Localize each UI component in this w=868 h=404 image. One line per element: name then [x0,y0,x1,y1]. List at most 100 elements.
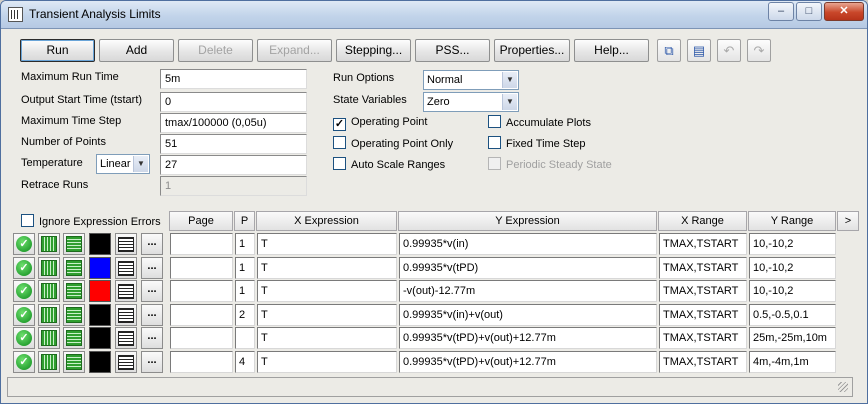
grid-style-button[interactable] [63,304,85,326]
expand-button[interactable]: Expand... [257,39,332,62]
grid-style-button[interactable] [63,233,85,255]
header-x-expression[interactable]: X Expression [256,211,397,231]
y-range-cell[interactable]: 25m,-25m,10m [749,327,836,349]
plot-number-cell[interactable]: 4 [235,351,255,373]
header-x-range[interactable]: X Range [658,211,747,231]
curve-enabled-button[interactable]: ✓ [13,304,35,326]
curve-enabled-button[interactable]: ✓ [13,233,35,255]
max-time-step-field[interactable]: tmax/100000 (0,05u) [160,113,307,133]
plot-number-cell[interactable]: 1 [235,280,255,302]
page-cell[interactable] [170,351,233,373]
add-button[interactable]: Add [99,39,174,62]
plot-style-button[interactable] [38,351,60,373]
temperature-mode-select[interactable]: Linear ▼ [96,154,150,174]
pss-button[interactable]: PSS... [415,39,490,62]
undo-icon[interactable]: ↶ [717,39,741,62]
y-expression-cell[interactable]: 0.99935*v(in)+v(out) [399,304,657,326]
x-expression-cell[interactable]: T [257,233,397,255]
x-range-cell[interactable]: TMAX,TSTART [659,257,747,279]
paste-icon[interactable]: ▤ [687,39,711,62]
maximize-button[interactable]: □ [796,2,822,21]
table-format-button[interactable] [115,233,137,255]
close-button[interactable]: ✕ [824,2,864,21]
curve-color-swatch[interactable] [89,327,111,349]
more-options-button[interactable]: ... [141,304,163,326]
table-format-button[interactable] [115,351,137,373]
resize-grip[interactable] [838,382,848,392]
plot-style-button[interactable] [38,257,60,279]
curve-enabled-button[interactable]: ✓ [13,351,35,373]
grid-style-button[interactable] [63,280,85,302]
page-cell[interactable] [170,304,233,326]
more-options-button[interactable]: ... [141,257,163,279]
x-range-cell[interactable]: TMAX,TSTART [659,351,747,373]
y-range-cell[interactable]: 10,-10,2 [749,280,836,302]
table-format-button[interactable] [115,327,137,349]
curve-color-swatch[interactable] [89,280,111,302]
y-range-cell[interactable]: 10,-10,2 [749,233,836,255]
header-y-range[interactable]: Y Range [748,211,836,231]
x-expression-cell[interactable]: T [257,327,397,349]
grid-style-button[interactable] [63,351,85,373]
copy-icon[interactable]: ⧉ [657,39,681,62]
run-options-select[interactable]: Normal ▼ [423,70,519,90]
plot-number-cell[interactable] [235,327,255,349]
curve-color-swatch[interactable] [89,257,111,279]
x-range-cell[interactable]: TMAX,TSTART [659,280,747,302]
y-range-cell[interactable]: 10,-10,2 [749,257,836,279]
temperature-field[interactable]: 27 [160,155,307,175]
grid-style-button[interactable] [63,257,85,279]
y-expression-cell[interactable]: 0.99935*v(tPD)+v(out)+12.77m [399,327,657,349]
x-expression-cell[interactable]: T [257,280,397,302]
output-start-field[interactable]: 0 [160,92,307,112]
more-options-button[interactable]: ... [141,280,163,302]
header-scroll-right[interactable]: > [837,211,859,231]
table-format-button[interactable] [115,257,137,279]
y-range-cell[interactable]: 4m,-4m,1m [749,351,836,373]
help-button[interactable]: Help... [574,39,649,62]
retrace-runs-field[interactable]: 1 [160,176,307,196]
header-p[interactable]: P [234,211,255,231]
header-page[interactable]: Page [169,211,233,231]
curve-color-swatch[interactable] [89,233,111,255]
operating-point-checkbox[interactable]: ✓ Operating Point [333,115,427,131]
redo-icon[interactable]: ↷ [747,39,771,62]
y-expression-cell[interactable]: 0.99935*v(in) [399,233,657,255]
x-range-cell[interactable]: TMAX,TSTART [659,233,747,255]
stepping-button[interactable]: Stepping... [336,39,411,62]
x-expression-cell[interactable]: T [257,351,397,373]
y-expression-cell[interactable]: -v(out)-12.77m [399,280,657,302]
accumulate-plots-checkbox[interactable]: Accumulate Plots [488,115,591,131]
run-button[interactable]: Run [20,39,95,62]
curve-enabled-button[interactable]: ✓ [13,280,35,302]
periodic-steady-state-checkbox[interactable]: Periodic Steady State [488,157,612,173]
header-y-expression[interactable]: Y Expression [398,211,657,231]
plot-style-button[interactable] [38,280,60,302]
table-format-button[interactable] [115,304,137,326]
curve-color-swatch[interactable] [89,304,111,326]
page-cell[interactable] [170,257,233,279]
max-run-time-field[interactable]: 5m [160,69,307,89]
more-options-button[interactable]: ... [141,233,163,255]
operating-point-only-checkbox[interactable]: Operating Point Only [333,136,453,152]
plot-number-cell[interactable]: 2 [235,304,255,326]
auto-scale-ranges-checkbox[interactable]: Auto Scale Ranges [333,157,445,173]
plot-style-button[interactable] [38,304,60,326]
x-range-cell[interactable]: TMAX,TSTART [659,304,747,326]
plot-number-cell[interactable]: 1 [235,233,255,255]
curve-color-swatch[interactable] [89,351,111,373]
page-cell[interactable] [170,233,233,255]
curve-enabled-button[interactable]: ✓ [13,327,35,349]
properties-button[interactable]: Properties... [494,39,570,62]
curve-enabled-button[interactable]: ✓ [13,257,35,279]
y-range-cell[interactable]: 0.5,-0.5,0.1 [749,304,836,326]
table-format-button[interactable] [115,280,137,302]
x-expression-cell[interactable]: T [257,304,397,326]
page-cell[interactable] [170,280,233,302]
more-options-button[interactable]: ... [141,351,163,373]
more-options-button[interactable]: ... [141,327,163,349]
plot-style-button[interactable] [38,233,60,255]
plot-number-cell[interactable]: 1 [235,257,255,279]
delete-button[interactable]: Delete [178,39,253,62]
x-range-cell[interactable]: TMAX,TSTART [659,327,747,349]
